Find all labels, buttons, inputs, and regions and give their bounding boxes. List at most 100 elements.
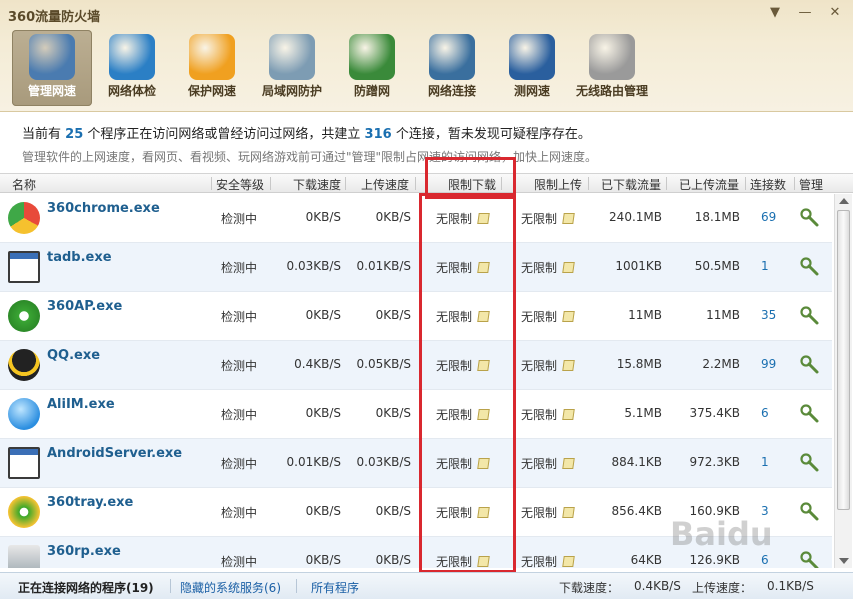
tab-hidden-services[interactable]: 隐藏的系统服务(6): [180, 579, 281, 596]
downloaded-traffic: 884.1KB: [612, 455, 662, 469]
downloaded-traffic-text: 240.1MB: [609, 210, 662, 224]
tab-all-programs[interactable]: 所有程序: [311, 579, 359, 596]
limit-upload[interactable]: 无限制: [521, 553, 575, 568]
limit-upload[interactable]: 无限制: [521, 455, 575, 472]
toolbar-item-label: 网络体检: [107, 84, 156, 98]
uploaded-traffic: 50.5MB: [695, 259, 740, 273]
table-row[interactable]: tadb.exe 检测中 0.03KB/S 0.01KB/S 无限制 无限制 1001KB 5…: [0, 243, 832, 292]
uploaded-traffic: 2.2MB: [702, 357, 740, 371]
table-row[interactable]: 360chrome.exe 检测中 0KB/S 0KB/S 无限制 无限制 240.1MB 1…: [0, 194, 832, 243]
wrench-icon[interactable]: [800, 404, 820, 424]
edit-pencil-icon[interactable]: [562, 262, 575, 273]
security-level: 检测中: [221, 210, 257, 227]
wrench-icon[interactable]: [800, 208, 820, 228]
download-speed-text: 0KB/S: [305, 504, 341, 518]
column-downloaded[interactable]: 已下载流量: [601, 176, 661, 193]
security-level-text: 检测中: [221, 506, 258, 520]
download-speed: 0KB/S: [306, 308, 341, 322]
process-name: QQ.exe: [47, 348, 101, 363]
process-name: 360rp.exe: [47, 544, 121, 559]
column-security[interactable]: 安全等级: [216, 176, 264, 193]
connection-count-cell-text: 99: [761, 357, 777, 371]
minimize-button[interactable]: —: [795, 4, 815, 22]
column-connections[interactable]: 连接数: [750, 176, 786, 193]
edit-pencil-icon[interactable]: [562, 409, 575, 420]
wrench-icon[interactable]: [800, 355, 820, 375]
toolbar-item-0[interactable]: 管理网速: [12, 30, 92, 106]
connection-monitor-icon: [429, 34, 475, 80]
scroll-thumb[interactable]: [837, 210, 850, 510]
toolbar-item-4[interactable]: 防蹭网: [332, 30, 412, 106]
column-download-speed[interactable]: 下载速度: [293, 176, 341, 193]
upload-speed: 0KB/S: [376, 210, 411, 224]
download-speed: 0KB/S: [306, 553, 341, 567]
tab-connected-programs[interactable]: 正在连接网络的程序(19): [18, 579, 154, 596]
upload-speed-label: 上传速度：: [692, 581, 753, 595]
upload-speed-value: 0.1KB/S: [767, 579, 814, 593]
upload-speed: 0KB/S: [376, 406, 411, 420]
toolbar-item-7[interactable]: 无线路由管理: [572, 30, 652, 106]
limit-upload[interactable]: 无限制: [521, 259, 575, 276]
wifi-green-icon: [8, 300, 40, 332]
column-uploaded[interactable]: 已上传流量: [679, 176, 739, 193]
menu-dropdown-button[interactable]: ▼: [765, 4, 785, 22]
uploaded-traffic-text: 375.4KB: [689, 406, 740, 420]
toolbar-item-3[interactable]: 局域网防护: [252, 30, 332, 106]
limit-upload-text: 无限制: [521, 359, 558, 373]
download-speed: 0KB/S: [306, 504, 341, 518]
upload-speed-text: 0KB/S: [375, 504, 411, 518]
wrench-icon[interactable]: [800, 453, 820, 473]
vertical-scrollbar[interactable]: [834, 194, 852, 568]
connection-count-cell: 6: [761, 553, 769, 567]
limit-upload[interactable]: 无限制: [521, 504, 575, 521]
download-speed-text: 0KB/S: [305, 406, 341, 420]
wrench-icon[interactable]: [800, 502, 820, 522]
download-speed-text: 0KB/S: [305, 553, 341, 567]
security-level-text: 检测中: [221, 457, 258, 471]
security-level: 检测中: [221, 553, 257, 568]
edit-pencil-icon[interactable]: [562, 360, 575, 371]
edit-pencil-icon[interactable]: [562, 556, 575, 567]
limit-upload-text: 无限制: [521, 261, 558, 275]
wrench-icon[interactable]: [800, 257, 820, 277]
scroll-down-icon[interactable]: [839, 558, 849, 564]
upload-speed-text: 0.05KB/S: [356, 357, 411, 371]
column-upload-speed[interactable]: 上传速度: [361, 176, 409, 193]
wrench-icon[interactable]: [800, 306, 820, 326]
toolbar-item-6[interactable]: 测网速: [492, 30, 572, 106]
download-speed-text: 0.01KB/S: [286, 455, 341, 469]
download-speed-text: 0KB/S: [305, 210, 341, 224]
close-button[interactable]: ✕: [825, 4, 845, 22]
toolbar-item-5[interactable]: 网络连接: [412, 30, 492, 106]
edit-pencil-icon[interactable]: [562, 507, 575, 518]
uploaded-traffic: 126.9KB: [690, 553, 740, 567]
process-name: AndroidServer.exe: [47, 446, 183, 461]
security-level: 检测中: [221, 259, 257, 276]
upload-speed-text: 0KB/S: [375, 553, 411, 567]
downloaded-traffic: 1001KB: [615, 259, 662, 273]
table-row[interactable]: 360AP.exe 检测中 0KB/S 0KB/S 无限制 无限制 11MB 11MB 35: [0, 292, 832, 341]
column-name[interactable]: 名称: [12, 176, 36, 193]
toolbar-item-1[interactable]: 网络体检: [92, 30, 172, 106]
edit-pencil-icon[interactable]: [562, 458, 575, 469]
table-row[interactable]: QQ.exe 检测中 0.4KB/S 0.05KB/S 无限制 无限制 15.8MB 2.2M…: [0, 341, 832, 390]
scroll-up-icon[interactable]: [839, 198, 849, 204]
column-limit-upload[interactable]: 限制上传: [534, 176, 582, 193]
wrench-icon[interactable]: [800, 551, 820, 568]
download-speed-value: 0.4KB/S: [634, 579, 681, 593]
table-row[interactable]: AndroidServer.exe 检测中 0.01KB/S 0.03KB/S 无限制无…: [0, 439, 832, 488]
watermark-logo: Baidu: [670, 515, 773, 553]
limit-upload[interactable]: 无限制: [521, 308, 575, 325]
edit-pencil-icon[interactable]: [562, 213, 575, 224]
upload-speed: 0KB/S: [376, 553, 411, 567]
connection-count-cell-text: 6: [761, 553, 769, 567]
limit-upload[interactable]: 无限制: [521, 357, 575, 374]
edit-pencil-icon[interactable]: [562, 311, 575, 322]
limit-upload[interactable]: 无限制: [521, 406, 575, 423]
program-count: 25: [65, 127, 84, 142]
table-row[interactable]: AliIM.exe 检测中 0KB/S 0KB/S 无限制 无限制 5.1MB 375.4KB…: [0, 390, 832, 439]
summary-line: 当前有 25 个程序正在访问网络或曾经访问过网络，共建立 316 个连接，暂未发…: [22, 123, 591, 142]
toolbar-item-2[interactable]: 保护网速: [172, 30, 252, 106]
column-manage[interactable]: 管理: [799, 176, 823, 193]
limit-upload[interactable]: 无限制: [521, 210, 575, 227]
